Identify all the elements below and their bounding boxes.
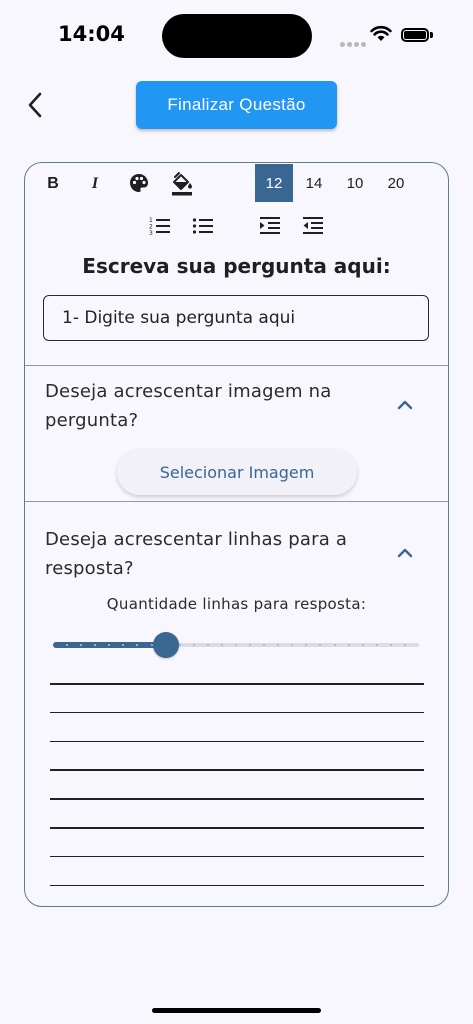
select-image-button[interactable]: Selecionar Imagem (117, 449, 357, 495)
slider-tick (361, 644, 364, 646)
answer-line (50, 884, 424, 887)
section-divider (25, 501, 448, 502)
wifi-icon (370, 25, 392, 41)
question-input[interactable]: 1- Digite sua pergunta aqui (43, 295, 429, 341)
section-divider (25, 365, 448, 366)
line-quantity-label: Quantidade linhas para resposta: (106, 595, 367, 613)
ordered-list-icon[interactable]: 1 2 3 (149, 215, 171, 237)
slider-tick (333, 644, 336, 646)
palette-icon[interactable] (128, 172, 150, 194)
svg-text:3: 3 (149, 230, 153, 237)
signal-dots-icon (340, 34, 368, 52)
slider-tick (192, 644, 195, 646)
slider-tick (220, 644, 223, 646)
finalize-question-button[interactable]: Finalizar Questão (136, 81, 337, 129)
slider-tick (403, 644, 406, 646)
answer-line (50, 855, 424, 858)
image-section-title[interactable]: Deseja acrescentar imagem na pergunta? (45, 377, 365, 435)
font-size-option[interactable]: 14 (297, 164, 331, 202)
outdent-icon[interactable] (302, 215, 324, 237)
slider-tick (235, 644, 237, 646)
back-arrow-icon[interactable] (22, 90, 52, 120)
slider-tick (206, 644, 209, 646)
status-bar: 14:04 (0, 0, 473, 70)
answer-line (50, 769, 424, 771)
slider-thumb[interactable] (152, 632, 179, 658)
question-editor-card: B I 12 14 10 20 1 2 3 Escreva sua pergun… (24, 162, 449, 907)
bullet-list-icon[interactable] (192, 215, 214, 237)
slider-tick (375, 644, 378, 646)
font-size-option[interactable]: 20 (379, 164, 413, 202)
battery-icon (401, 28, 429, 42)
fill-color-icon[interactable] (171, 171, 193, 197)
chevron-up-icon[interactable] (394, 398, 416, 412)
question-heading: Escreva sua pergunta aqui: (82, 254, 391, 278)
answer-line (50, 711, 424, 714)
lines-section-title[interactable]: Deseja acrescentar linhas para a respost… (45, 525, 365, 583)
status-time: 14:04 (58, 22, 125, 46)
italic-icon[interactable]: I (86, 173, 104, 195)
chevron-up-icon[interactable] (394, 546, 416, 560)
font-size-option[interactable]: 10 (338, 164, 372, 202)
answer-line (50, 798, 424, 800)
answer-line (50, 683, 424, 685)
font-size-option[interactable]: 12 (255, 164, 293, 202)
answer-line (50, 740, 424, 743)
indent-icon[interactable] (259, 215, 281, 237)
slider-tick (347, 644, 350, 646)
home-indicator (152, 1008, 321, 1013)
slider-tick (389, 644, 392, 646)
dynamic-island (162, 14, 312, 58)
answer-line (50, 827, 424, 829)
bold-icon[interactable]: B (44, 173, 62, 195)
slider-tick (178, 644, 181, 646)
line-quantity-slider[interactable] (53, 631, 419, 659)
